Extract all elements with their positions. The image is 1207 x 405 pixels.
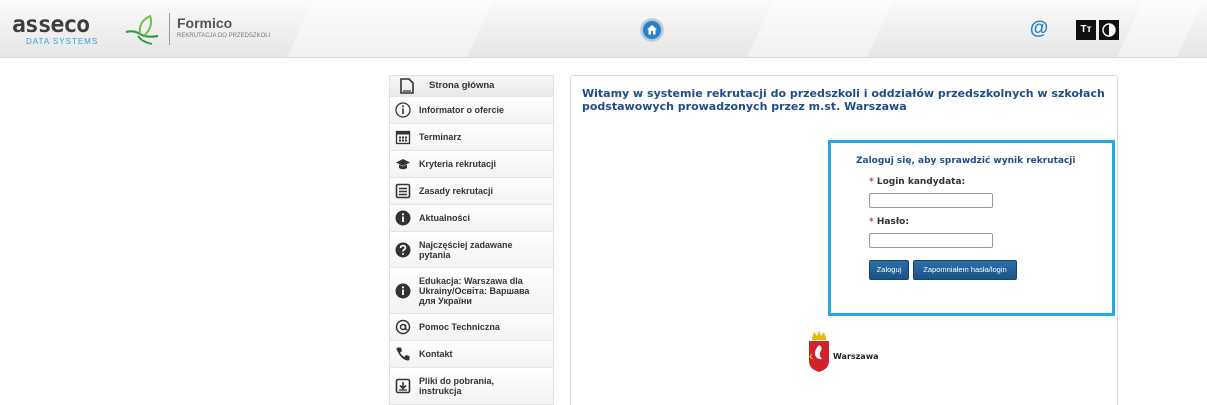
required-mark: * [869, 177, 874, 187]
header-decoration [746, 0, 894, 57]
app-subtitle: REKRUTACJA DO PRZEDSZKOLI [177, 33, 271, 39]
menu-item-label: Terminarz [419, 132, 462, 142]
download-icon [394, 377, 412, 395]
header-decoration [1116, 0, 1204, 57]
asseco-logo-sub: DATA SYSTEMS [26, 37, 99, 46]
login-panel: Zaloguj się, aby sprawdzić wynik rekruta… [828, 140, 1115, 316]
header-decoration [286, 0, 494, 57]
login-input[interactable] [869, 193, 993, 208]
forgot-password-button[interactable]: Zapomniałem hasła/login [913, 260, 1017, 280]
menu-item-kontakt[interactable]: Kontakt [390, 341, 553, 368]
menu-item-label: Pomoc Techniczna [419, 322, 500, 332]
list-icon [394, 182, 412, 200]
info-icon [394, 209, 412, 227]
asseco-logo[interactable]: asseco DATA SYSTEMS [12, 12, 99, 47]
warszawa-coat-of-arms-icon [809, 331, 829, 372]
header: asseco DATA SYSTEMS Formico REKRUTACJA D… [0, 0, 1207, 58]
home-icon [647, 25, 657, 35]
menu-item-informator[interactable]: Informator o ofercie [390, 97, 553, 124]
menu-item-label: Informator o ofercie [419, 105, 505, 115]
info-outline-icon [394, 101, 412, 119]
menu-item-terminarz[interactable]: Terminarz [390, 124, 553, 151]
question-icon [394, 241, 412, 259]
menu-item-pomoc[interactable]: Pomoc Techniczna [390, 314, 553, 341]
menu-item-label: Pliki do pobrania, instrukcja [419, 376, 495, 396]
formico-logo[interactable]: Formico REKRUTACJA DO PRZEDSZKOLI [177, 15, 270, 39]
font-size-button[interactable]: Tт [1076, 20, 1096, 40]
menu-item-label: Najczęściej zadawane pytania [419, 239, 513, 260]
main-content: Witamy w systemie rekrutacji do przedszk… [570, 75, 1118, 405]
page-icon [398, 77, 416, 95]
menu-item-label: Strona główna [429, 80, 495, 91]
menu-item-label: Aktualności [419, 213, 471, 223]
login-button[interactable]: Zaloguj [869, 260, 909, 280]
password-label-text: Hasło: [876, 217, 909, 227]
at-icon [394, 318, 412, 336]
login-label-text: Login kandydata: [876, 177, 966, 187]
home-button[interactable] [641, 19, 663, 41]
menu-item-faq[interactable]: Najczęściej zadawane pytania [390, 232, 553, 268]
menu-item-label: Kryteria rekrutacji [419, 159, 497, 169]
menu-item-label: Kontakt [419, 349, 453, 359]
graduation-cap-icon [394, 155, 412, 173]
menu-item-home[interactable]: Strona główna [390, 76, 553, 97]
app-name: Formico [177, 15, 233, 31]
formico-leaf-icon [125, 14, 159, 45]
contrast-button[interactable] [1099, 20, 1119, 40]
info-icon [394, 282, 412, 300]
menu-item-aktualnosci[interactable]: Aktualności [390, 205, 553, 232]
menu-item-pliki[interactable]: Pliki do pobrania, instrukcja [390, 368, 553, 405]
menu-item-label: Edukacja: Warszawa dla Ukrainy/Освіта: В… [419, 275, 530, 306]
contact-email-button[interactable]: @ [1028, 18, 1050, 40]
warszawa-logo: Warszawa [806, 329, 896, 372]
login-field-label: * Login kandydata: [869, 177, 965, 187]
asseco-logo-word: asseco [12, 12, 90, 38]
menu-item-label: Zasady rekrutacji [419, 186, 494, 196]
menu-item-ukraina[interactable]: Edukacja: Warszawa dla Ukrainy/Освіта: В… [390, 268, 553, 314]
welcome-heading: Witamy w systemie rekrutacji do przedszk… [582, 87, 1105, 113]
side-menu: Strona główna Informator o ofercie Termi… [389, 75, 554, 405]
login-title: Zaloguj się, aby sprawdzić wynik rekruta… [856, 156, 1076, 166]
password-field-label: * Hasło: [869, 217, 909, 227]
required-mark: * [869, 217, 874, 227]
password-input[interactable] [869, 233, 993, 248]
menu-item-zasady[interactable]: Zasady rekrutacji [390, 178, 553, 205]
contrast-icon [1102, 23, 1116, 37]
warszawa-logo-text: Warszawa [833, 352, 879, 361]
logo-divider [169, 13, 170, 45]
calendar-icon [394, 128, 412, 146]
menu-item-kryteria[interactable]: Kryteria rekrutacji [390, 151, 553, 178]
phone-icon [394, 345, 412, 363]
